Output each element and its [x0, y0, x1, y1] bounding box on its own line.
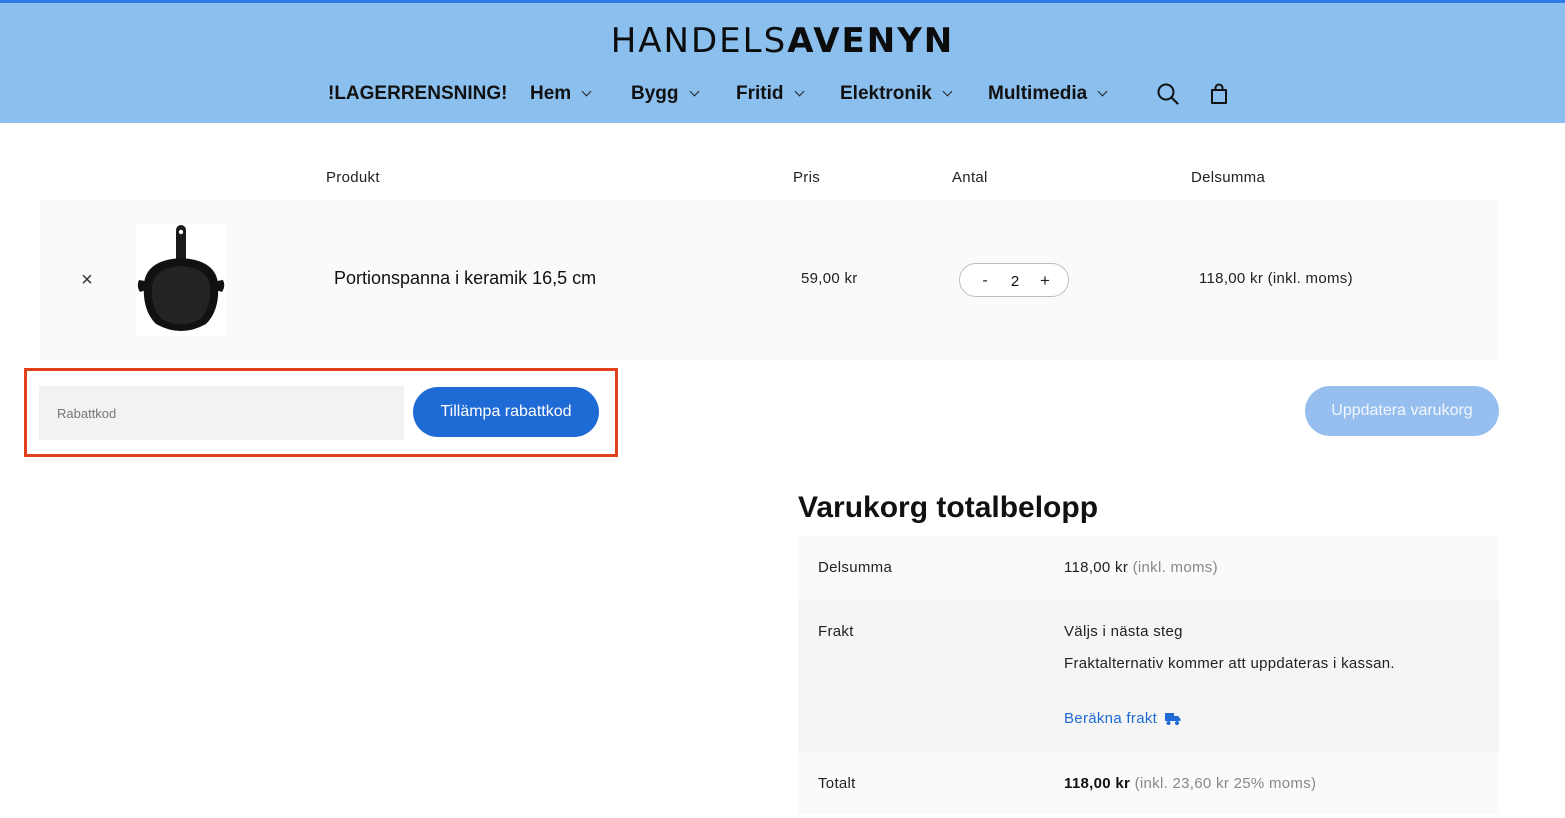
product-name-link[interactable]: Portionspanna i keramik 16,5 cm	[334, 268, 596, 289]
apply-coupon-button[interactable]: Tillämpa rabattkod	[413, 387, 599, 437]
nav-item-lagerrensning[interactable]: !LAGERRENSNING!	[328, 80, 507, 108]
column-header-subtotal: Delsumma	[1191, 169, 1266, 186]
product-price: 59,00 kr	[801, 270, 858, 287]
shipping-value: Väljs i nästa steg	[1064, 623, 1183, 640]
update-cart-button[interactable]: Uppdatera varukorg	[1305, 386, 1499, 436]
column-header-quantity: Antal	[952, 169, 988, 186]
site-header: HANDELSAVENYN !LAGERRENSNING! Hem Bygg F…	[0, 3, 1565, 123]
search-icon[interactable]	[1155, 80, 1181, 108]
chevron-down-icon	[794, 86, 804, 97]
remove-item-button[interactable]: ×	[78, 269, 96, 291]
column-header-product: Produkt	[326, 169, 380, 186]
quantity-increase-button[interactable]: +	[1036, 271, 1054, 290]
shipping-label: Frakt	[818, 623, 854, 640]
chevron-down-icon	[1097, 86, 1108, 97]
nav-item-fritid[interactable]: Fritid	[736, 80, 804, 108]
shipping-note: Fraktalternativ kommer att uppdateras i …	[1064, 655, 1395, 672]
truck-icon	[1165, 712, 1181, 725]
main-nav: !LAGERRENSNING! Hem Bygg Fritid Elektron…	[0, 80, 1565, 108]
calculate-shipping-link[interactable]: Beräkna frakt	[1064, 710, 1181, 727]
subtotal-value: 118,00 kr (inkl. moms)	[1064, 559, 1218, 576]
site-logo[interactable]: HANDELSAVENYN	[0, 21, 1565, 61]
shopping-bag-icon[interactable]	[1206, 80, 1232, 108]
quantity-input[interactable]	[998, 270, 1032, 292]
totals-row-total: Totalt 118,00 kr (inkl. 23,60 kr 25% mom…	[798, 752, 1499, 814]
product-thumbnail[interactable]	[136, 224, 226, 336]
item-subtotal: 118,00 kr (inkl. moms)	[1199, 270, 1353, 287]
total-value: 118,00 kr (inkl. 23,60 kr 25% moms)	[1064, 775, 1317, 792]
quantity-stepper: - +	[959, 263, 1069, 297]
chevron-down-icon	[942, 86, 953, 97]
coupon-code-input[interactable]	[39, 386, 404, 440]
subtotal-label: Delsumma	[818, 559, 893, 576]
total-label: Totalt	[818, 775, 856, 792]
nav-item-bygg[interactable]: Bygg	[631, 80, 699, 108]
totals-row-subtotal: Delsumma 118,00 kr (inkl. moms)	[798, 536, 1499, 600]
nav-item-elektronik[interactable]: Elektronik	[840, 80, 953, 108]
cart-totals-title: Varukorg totalbelopp	[798, 491, 1099, 524]
quantity-decrease-button[interactable]: -	[976, 272, 994, 290]
column-header-price: Pris	[793, 169, 821, 186]
nav-item-multimedia[interactable]: Multimedia	[988, 80, 1108, 108]
chevron-down-icon	[581, 86, 592, 97]
nav-item-hem[interactable]: Hem	[530, 80, 592, 108]
totals-row-shipping: Frakt Väljs i nästa steg Fraktalternativ…	[798, 600, 1499, 752]
chevron-down-icon	[689, 86, 699, 97]
